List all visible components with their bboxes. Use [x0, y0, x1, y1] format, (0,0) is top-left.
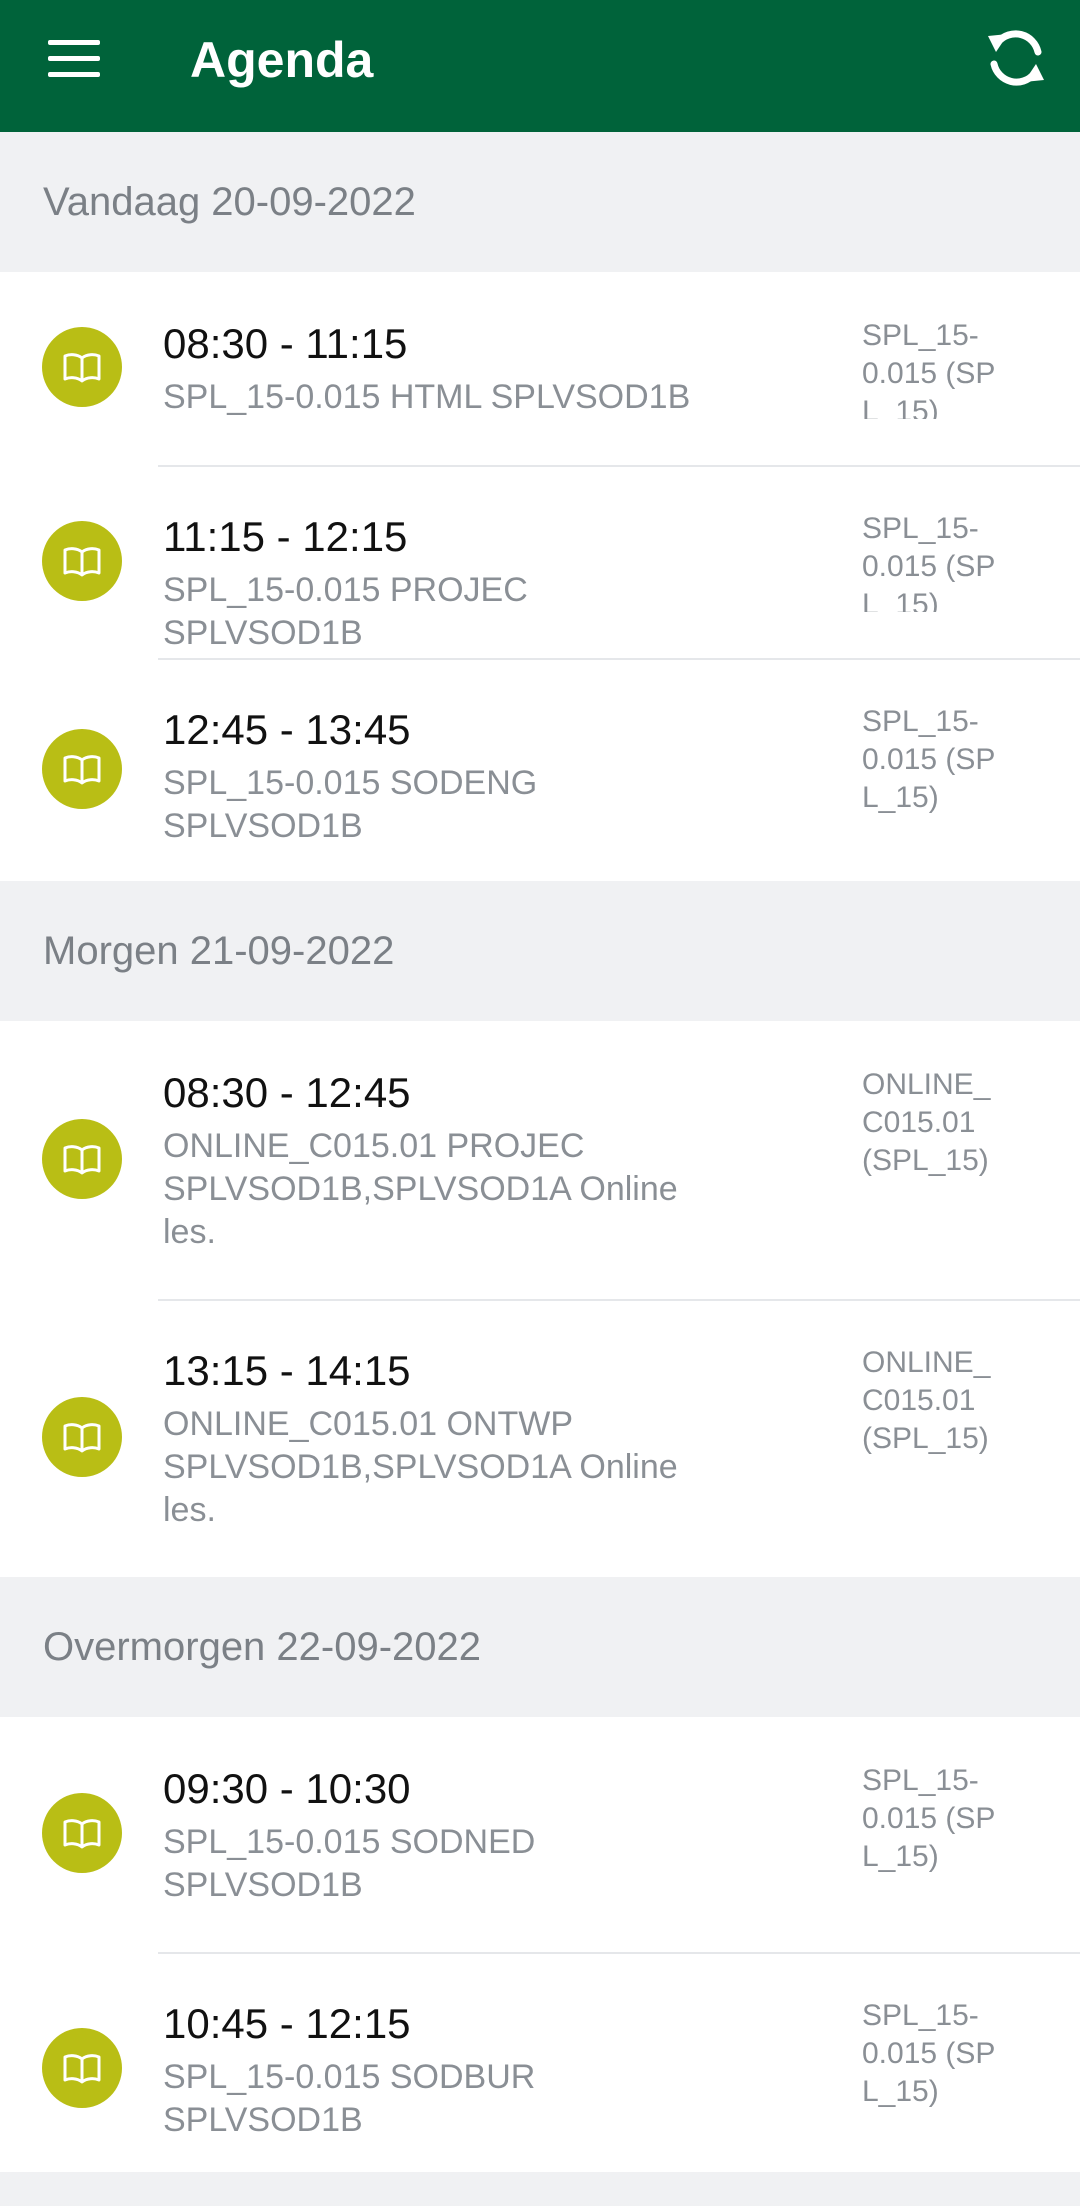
event-location: ONLINE_C015.01 (SPL_15) — [862, 1346, 991, 1455]
agenda-item[interactable]: 10:45 - 12:15 SPL_15-0.015 SODBUR SPLVSO… — [0, 1952, 1080, 2172]
book-icon — [42, 729, 122, 809]
event-description: SPL_15-0.015 SODENG SPLVSOD1B — [163, 764, 538, 845]
book-icon — [42, 2028, 122, 2108]
book-icon — [42, 1793, 122, 1873]
agenda-item[interactable]: 12:45 - 13:45 SPL_15-0.015 SODENG SPLVSO… — [0, 658, 1080, 881]
book-icon — [42, 327, 122, 407]
day-group-tomorrow: 08:30 - 12:45 ONLINE_C015.01 PROJEC SPLV… — [0, 1021, 1080, 1577]
event-time: 09:30 - 10:30 — [163, 1765, 411, 1812]
event-location: SPL_15-0.015 (SPL_15) — [862, 1999, 996, 2108]
event-description: SPL_15-0.015 HTML SPLVSOD1B — [163, 378, 691, 416]
event-time: 10:45 - 12:15 — [163, 2000, 411, 2047]
day-group-today: 08:30 - 11:15 SPL_15-0.015 HTML SPLVSOD1… — [0, 272, 1080, 881]
event-time: 13:15 - 14:15 — [163, 1347, 411, 1394]
event-description: SPL_15-0.015 SODBUR SPLVSOD1B — [163, 2058, 536, 2139]
event-description: ONLINE_C015.01 ONTWP SPLVSOD1B,SPLVSOD1A… — [163, 1405, 678, 1529]
event-time: 08:30 - 12:45 — [163, 1069, 411, 1116]
book-icon — [42, 1119, 122, 1199]
event-location: SPL_15-0.015 (SPL_15) — [862, 705, 996, 814]
day-header-day-after-tomorrow: Overmorgen 22-09-2022 — [0, 1577, 1080, 1717]
event-time: 11:15 - 12:15 — [163, 513, 408, 560]
refresh-icon[interactable] — [980, 22, 1052, 94]
event-description: SPL_15-0.015 SODNED SPLVSOD1B — [163, 1823, 536, 1904]
page-title: Agenda — [190, 32, 374, 88]
agenda-item[interactable]: 09:30 - 10:30 SPL_15-0.015 SODNED SPLVSO… — [0, 1717, 1080, 1952]
day-header-today: Vandaag 20-09-2022 — [0, 132, 1080, 272]
book-icon — [42, 1397, 122, 1477]
agenda-item[interactable]: 13:15 - 14:15 ONLINE_C015.01 ONTWP SPLVS… — [0, 1299, 1080, 1577]
event-location: SPL_15-0.015 (SPL_15) — [862, 1764, 996, 1873]
event-time: 12:45 - 13:45 — [163, 706, 411, 753]
day-header-tomorrow: Morgen 21-09-2022 — [0, 881, 1080, 1021]
event-description: SPL_15-0.015 PROJEC SPLVSOD1B — [163, 571, 528, 652]
event-location: ONLINE_C015.01 (SPL_15) — [862, 1068, 991, 1177]
day-group-day-after-tomorrow: 09:30 - 10:30 SPL_15-0.015 SODNED SPLVSO… — [0, 1717, 1080, 2172]
hamburger-menu-icon[interactable] — [48, 40, 100, 80]
event-description: ONLINE_C015.01 PROJEC SPLVSOD1B,SPLVSOD1… — [163, 1127, 678, 1251]
agenda-item[interactable]: 11:15 - 12:15 SPL_15-0.015 PROJEC SPLVSO… — [0, 465, 1080, 658]
event-time: 08:30 - 11:15 — [163, 320, 408, 367]
agenda-item[interactable]: 08:30 - 11:15 SPL_15-0.015 HTML SPLVSOD1… — [0, 272, 1080, 465]
event-location: SPL_15-0.015 (SPL_15) — [862, 512, 996, 612]
agenda-item[interactable]: 08:30 - 12:45 ONLINE_C015.01 PROJEC SPLV… — [0, 1021, 1080, 1299]
book-icon — [42, 521, 122, 601]
app-bar: Agenda — [0, 0, 1080, 132]
event-location: SPL_15-0.015 (SPL_15) — [862, 319, 996, 419]
